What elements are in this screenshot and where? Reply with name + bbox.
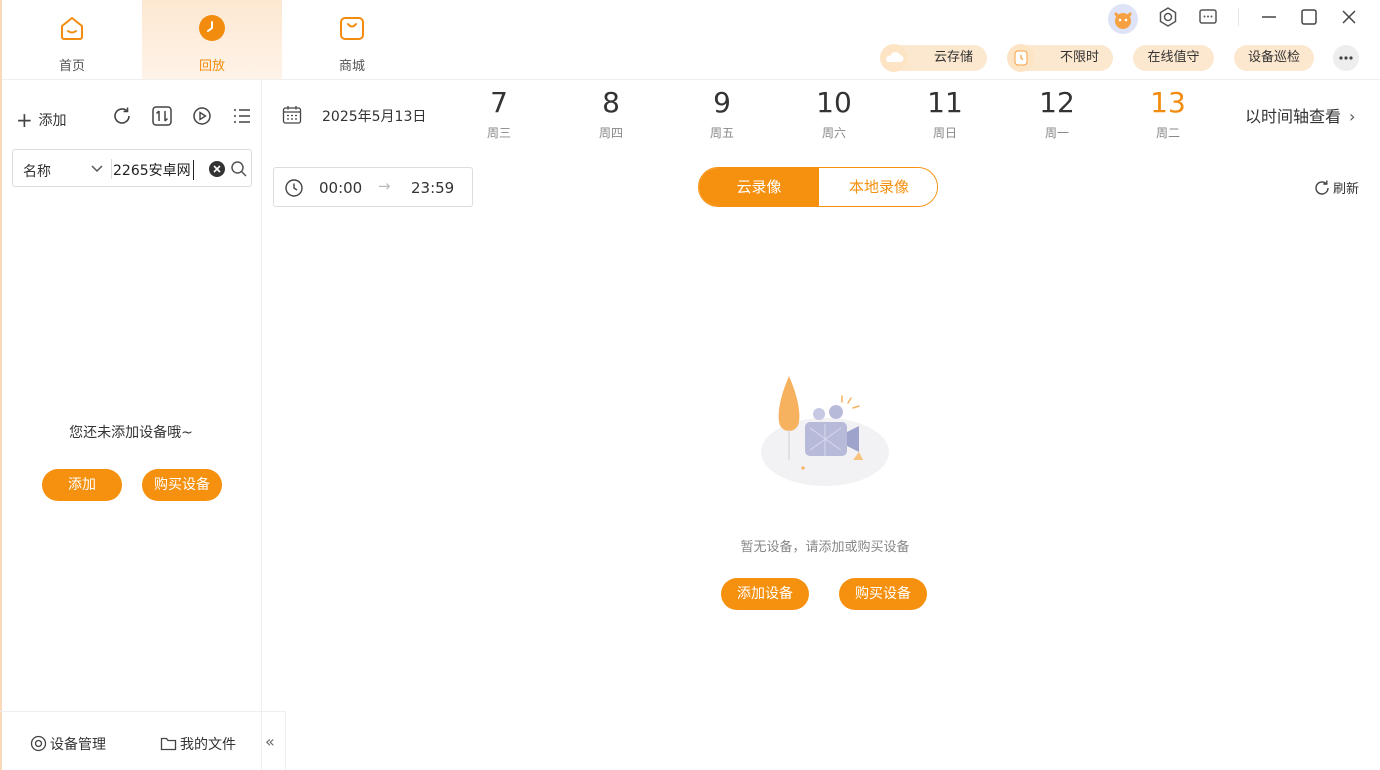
time-range-picker[interactable]: 00:00 → 23:59 [273,167,473,207]
day-weekday: 周四 [598,126,623,140]
top-bar: 首页 回放 商城 云存储 不限时 在线值守 设备巡检 [0,0,1380,80]
avatar[interactable] [1108,4,1138,34]
device-panel: + 添加 名称 2265安卓网 您还未添加设备哦~ 添加 购买设备 设备管理 我… [0,80,286,770]
day-12[interactable]: 12 周一 [1027,86,1087,141]
device-search: 名称 2265安卓网 [12,149,252,187]
collapse-panel-button[interactable]: « [265,732,275,751]
more-dots-icon [1339,56,1353,60]
refresh-icon [1315,180,1329,195]
chevron-down-icon[interactable] [89,160,105,176]
search-icon[interactable] [230,160,248,178]
sort-icon[interactable] [151,105,173,127]
clear-icon[interactable] [209,161,225,177]
tab-playback-label: 回放 [198,59,225,74]
end-time[interactable]: 23:59 [411,179,454,197]
day-9[interactable]: 9 周五 [692,86,752,141]
message-icon[interactable] [1197,6,1219,28]
day-weekday: 周二 [1155,126,1180,140]
no-device-text: 您还未添加设备哦~ [69,425,193,441]
add-device-tool-label: 添加 [38,113,67,129]
buy-device-main-button[interactable]: 购买设备 [839,578,927,610]
timer-icon [1007,44,1035,72]
tab-home[interactable]: 首页 [2,0,142,79]
refresh-icon[interactable] [111,105,133,127]
device-inspection-button[interactable]: 设备巡检 [1234,45,1314,71]
my-files-link[interactable]: 我的文件 [160,734,236,754]
day-7[interactable]: 7 周三 [469,86,529,141]
add-device-button[interactable]: 添加设备 [721,578,809,610]
day-number: 12 [1039,86,1075,119]
refresh-label: 刷新 [1333,182,1360,197]
folder-icon [160,737,177,751]
more-button[interactable] [1333,45,1359,71]
day-10[interactable]: 10 周六 [804,86,864,141]
day-weekday: 周五 [709,126,734,140]
home-icon [61,17,83,40]
day-8[interactable]: 8 周四 [581,86,641,141]
tab-shop-label: 商城 [338,59,365,74]
add-device-tool[interactable]: + 添加 [16,108,66,132]
day-number: 8 [602,86,620,119]
recording-source-toggle: 云录像 本地录像 [698,167,938,207]
day-weekday: 周三 [486,126,511,140]
refresh-button[interactable]: 刷新 [1313,178,1359,197]
search-input[interactable]: 2265安卓网 [113,160,194,180]
divider [1238,8,1239,26]
timeline-view-label: 以时间轴查看 [1245,107,1342,126]
day-13[interactable]: 13 周二 [1138,86,1198,141]
device-management-link[interactable]: 设备管理 [30,734,106,754]
unlimited-label: 不限时 [1059,50,1099,65]
empty-camera-illustration [761,376,889,486]
list-view-icon[interactable] [231,105,253,127]
tab-playback[interactable]: 回放 [142,0,282,79]
day-number: 7 [490,86,508,119]
day-11[interactable]: 11 周日 [915,86,975,141]
day-weekday: 周日 [932,126,957,140]
tab-cloud-recording[interactable]: 云录像 [699,168,819,206]
cloud-storage-button[interactable]: 云存储 [880,44,987,72]
buy-device-button[interactable]: 购买设备 [142,469,222,501]
day-weekday: 周六 [821,126,846,140]
clock-icon [285,179,303,197]
minimize-icon[interactable] [1258,6,1280,28]
day-number: 9 [713,86,731,119]
search-field-select[interactable]: 名称 [23,161,51,181]
start-time[interactable]: 00:00 [319,179,362,197]
selected-date[interactable]: 2025年5月13日 [322,106,426,126]
online-watch-button[interactable]: 在线值守 [1133,45,1214,71]
avatar-face-icon [1114,12,1132,29]
add-button[interactable]: 添加 [42,469,122,501]
day-weekday: 周一 [1044,126,1069,140]
arrow-right-icon: → [378,177,391,195]
timeline-view-link[interactable]: 以时间轴查看 › [1245,103,1355,127]
day-number: 11 [927,86,963,119]
device-management-label: 设备管理 [50,737,106,753]
day-number: 13 [1150,86,1186,119]
divider [111,159,112,179]
calendar-icon[interactable] [282,105,302,125]
my-files-label: 我的文件 [180,737,236,753]
close-icon[interactable] [1338,6,1360,28]
device-settings-icon [30,735,47,752]
cloud-storage-label: 云存储 [933,50,973,65]
playback-mode-icon[interactable] [191,105,213,127]
unlimited-button[interactable]: 不限时 [1007,44,1113,72]
cloud-icon [880,44,908,72]
playback-clock-icon [199,15,225,41]
no-device-hint: 暂无设备，请添加或购买设备 [740,540,910,555]
tab-local-recording[interactable]: 本地录像 [819,168,937,206]
day-number: 10 [816,86,852,119]
shop-bag-icon [340,17,364,40]
plus-icon: + [16,108,33,132]
tab-home-label: 首页 [58,59,85,74]
chevron-right-icon: › [1349,107,1356,126]
maximize-icon[interactable] [1298,6,1320,28]
left-footer: 设备管理 我的文件 « [0,711,286,770]
tab-shop[interactable]: 商城 [282,0,422,79]
settings-icon[interactable] [1157,6,1179,28]
